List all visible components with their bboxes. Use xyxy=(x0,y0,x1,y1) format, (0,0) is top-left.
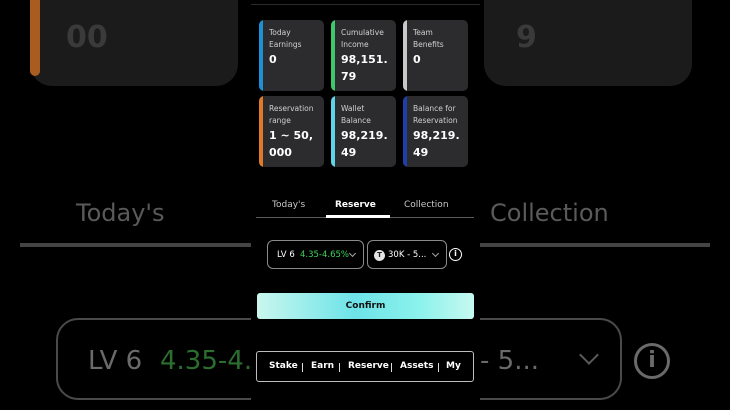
card-value: 1 ~ 50,000 xyxy=(269,129,314,159)
bg-rate-text: 4.35-4. xyxy=(160,346,253,376)
amount-text: 30K - 5... xyxy=(388,250,427,260)
tab-todays[interactable]: Today's xyxy=(272,200,305,210)
bottom-nav: Stake Earn Reserve Assets My xyxy=(256,351,474,382)
card-accent-bar xyxy=(331,96,335,167)
card-accent-bar xyxy=(331,20,335,91)
card-accent-bar xyxy=(403,96,407,167)
chevron-down-icon xyxy=(348,249,357,258)
card-reservation-range: Reservation range 1 ~ 50,000 xyxy=(259,96,324,167)
nav-separator xyxy=(438,363,439,372)
confirm-button[interactable]: Confirm xyxy=(257,293,474,319)
card-cumulative-income: Cumulative Income 98,151.79 xyxy=(331,20,396,91)
bg-card-left: 00 xyxy=(30,0,238,86)
card-label: Team Benefits xyxy=(413,28,444,49)
card-balance-for-reservation: Balance for Reservation 98,219.49 xyxy=(403,96,468,167)
card-value: 0 xyxy=(269,53,277,66)
bg-info-icon: i xyxy=(634,343,670,379)
bg-amount-select: - 5... xyxy=(480,318,622,400)
card-today-earnings: Today Earnings 0 xyxy=(259,20,324,91)
level-select[interactable]: LV 6 4.35-4.65% xyxy=(267,240,364,269)
tether-icon: T xyxy=(374,250,385,261)
card-label: Reservation range xyxy=(269,104,314,125)
nav-earn[interactable]: Earn xyxy=(311,361,334,371)
card-accent-bar xyxy=(259,96,263,167)
level-text: LV 6 xyxy=(277,250,295,260)
bg-card-value-right: 9 xyxy=(516,20,537,55)
card-accent-bar xyxy=(403,20,407,91)
active-tab-indicator xyxy=(326,215,390,218)
card-label: Cumulative Income xyxy=(341,28,384,49)
info-icon[interactable]: i xyxy=(449,248,462,261)
chevron-down-icon xyxy=(431,249,440,258)
amount-select[interactable]: T 30K - 5... xyxy=(367,240,447,269)
card-value: 98,151.79 xyxy=(341,53,388,83)
nav-my[interactable]: My xyxy=(446,361,461,371)
tab-collection[interactable]: Collection xyxy=(404,200,449,210)
nav-separator xyxy=(391,363,392,372)
bg-card-value: 00 xyxy=(66,20,108,55)
card-accent-bar xyxy=(259,20,263,91)
card-wallet-balance: Wallet Balance 98,219.49 xyxy=(331,96,396,167)
bg-tabs-line-left xyxy=(20,243,251,247)
bg-chevron-down-icon xyxy=(579,345,599,365)
bg-tabs-line-right xyxy=(480,243,710,247)
tab-bar: Today's Reserve Collection xyxy=(256,200,474,218)
bg-tab-todays: Today's xyxy=(76,199,165,227)
card-team-benefits: Team Benefits 0 xyxy=(403,20,468,91)
tab-reserve[interactable]: Reserve xyxy=(335,200,376,210)
rate-text: 4.35-4.65% xyxy=(300,250,349,260)
nav-separator xyxy=(339,363,340,372)
phone-screen: Today Earnings 0 Cumulative Income 98,15… xyxy=(251,0,480,410)
nav-reserve[interactable]: Reserve xyxy=(348,361,389,371)
bg-tab-collection: Collection xyxy=(490,199,609,227)
bg-level-text: LV 6 xyxy=(88,346,143,376)
card-value: 0 xyxy=(413,53,421,66)
bg-card-right: 9 xyxy=(484,0,692,86)
card-label: Wallet Balance xyxy=(341,104,371,125)
card-label: Today Earnings xyxy=(269,28,302,49)
nav-separator xyxy=(302,363,303,372)
card-value: 98,219.49 xyxy=(413,129,460,159)
card-value: 98,219.49 xyxy=(341,129,388,159)
top-divider xyxy=(251,4,480,5)
nav-stake[interactable]: Stake xyxy=(269,361,298,371)
bg-amount-text: - 5... xyxy=(480,346,539,376)
card-label: Balance for Reservation xyxy=(413,104,458,125)
nav-assets[interactable]: Assets xyxy=(400,361,433,371)
